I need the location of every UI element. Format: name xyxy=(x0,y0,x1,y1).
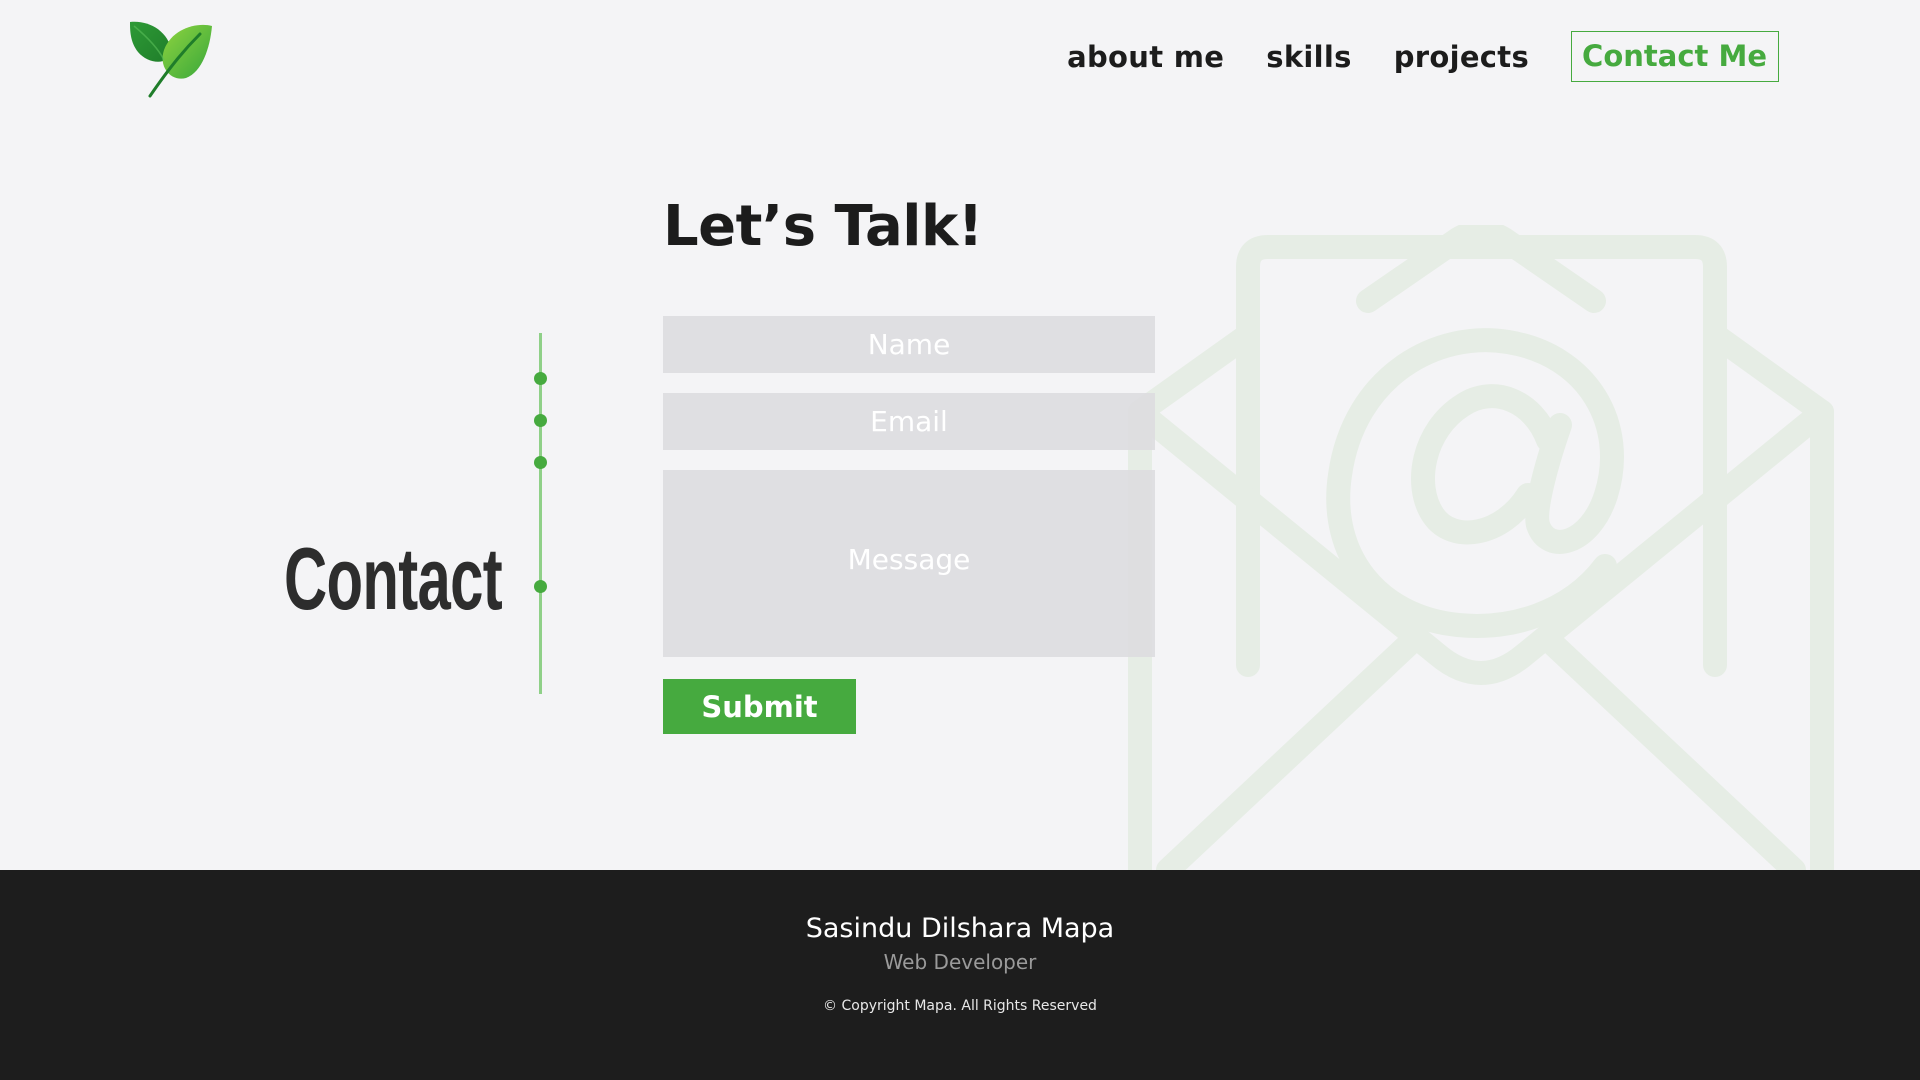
footer-name: Sasindu Dilshara Mapa xyxy=(805,913,1115,944)
timeline-line xyxy=(539,333,542,694)
nav-contact-button[interactable]: Contact Me xyxy=(1571,31,1779,82)
leaf-logo-icon[interactable] xyxy=(128,18,214,98)
footer-role: Web Developer xyxy=(883,950,1037,974)
timeline-dot xyxy=(534,580,547,593)
email-input[interactable] xyxy=(663,393,1155,450)
name-input[interactable] xyxy=(663,316,1155,373)
nav-projects-link[interactable]: projects xyxy=(1394,40,1529,74)
footer: Sasindu Dilshara Mapa Web Developer © Co… xyxy=(0,870,1920,1080)
nav-skills-link[interactable]: skills xyxy=(1266,40,1351,74)
section-title: Contact xyxy=(284,529,503,628)
timeline-dot xyxy=(534,414,547,427)
timeline-dot xyxy=(534,372,547,385)
footer-copyright: © Copyright Mapa. All Rights Reserved xyxy=(823,998,1097,1014)
timeline-dot xyxy=(534,456,547,469)
message-textarea[interactable] xyxy=(663,470,1155,657)
envelope-at-icon xyxy=(1128,225,1834,870)
main-nav: about me skills projects Contact Me xyxy=(1067,31,1779,82)
contact-heading: Let’s Talk! xyxy=(663,194,983,259)
nav-about-link[interactable]: about me xyxy=(1067,40,1224,74)
submit-button[interactable]: Submit xyxy=(663,679,856,734)
